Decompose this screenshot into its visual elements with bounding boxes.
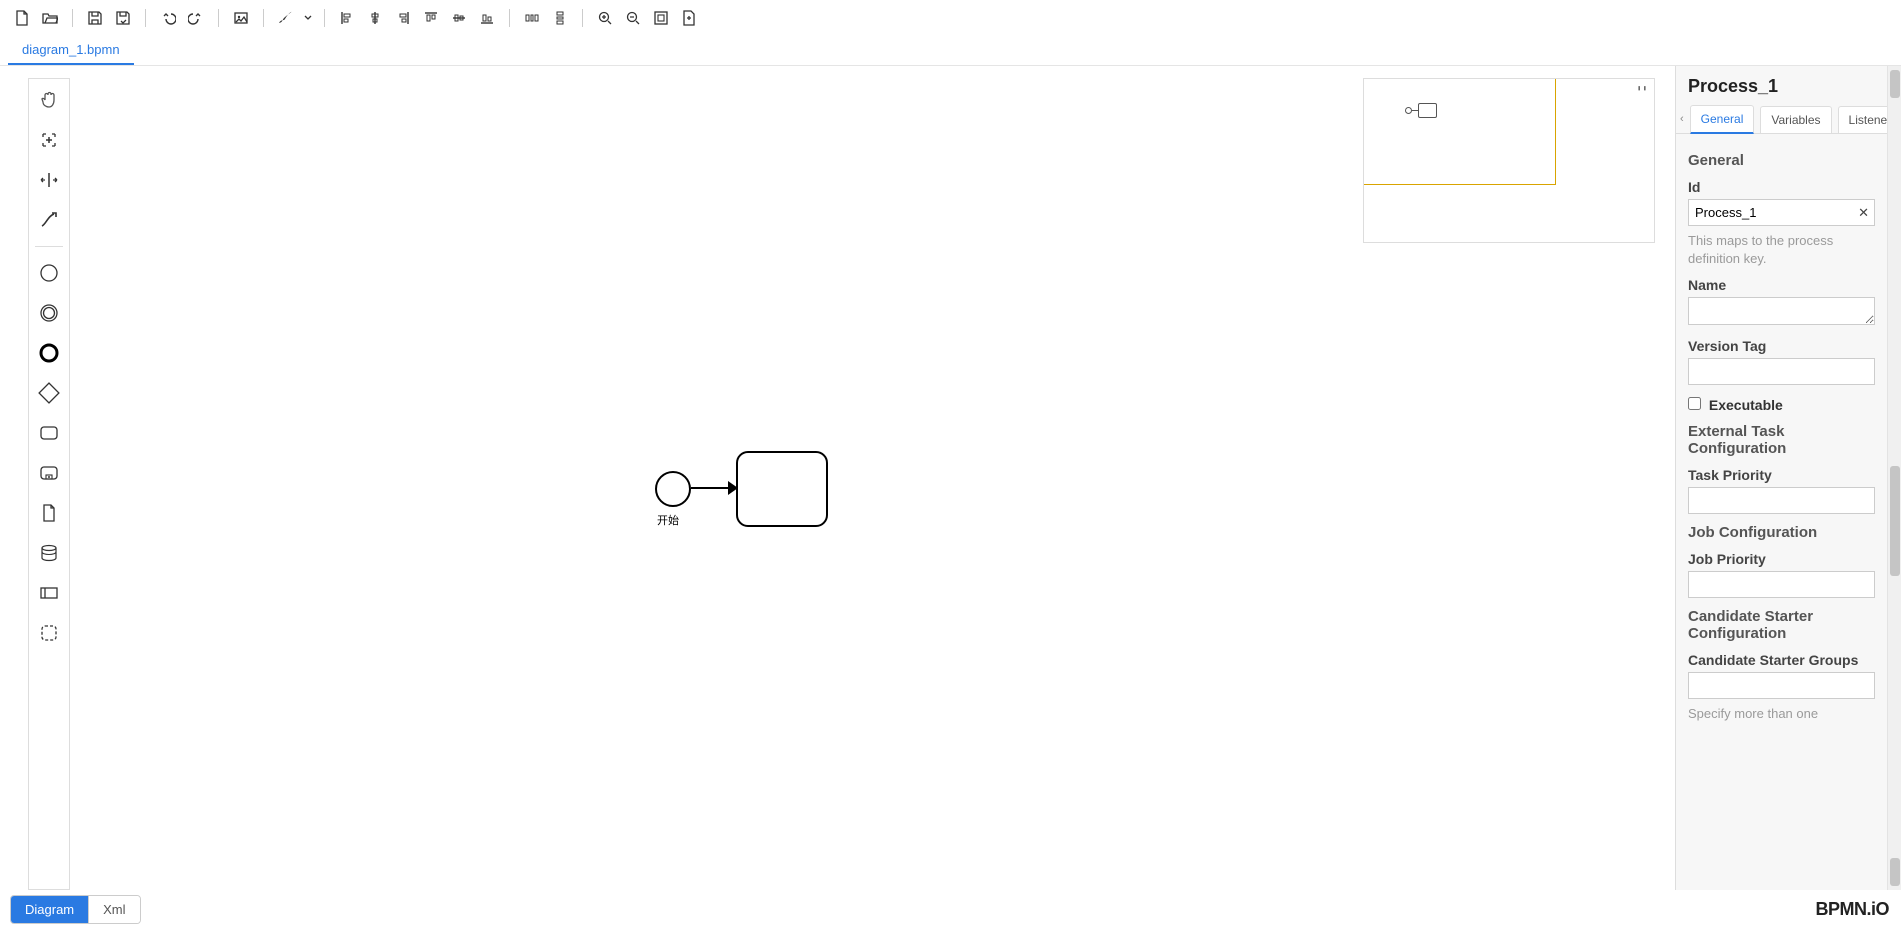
section-job: Job Configuration [1688,524,1875,541]
minimap-task-icon [1418,103,1437,118]
diagram-canvas[interactable]: 开始 [70,66,1675,890]
palette-separator [35,246,63,247]
distribute-v-icon[interactable] [548,6,572,30]
section-general: General [1688,152,1875,169]
undo-icon[interactable] [156,6,180,30]
toolbar-separator [218,9,219,27]
toolbar-separator [263,9,264,27]
end-event-icon[interactable] [34,338,64,368]
label-id: Id [1688,179,1875,195]
bpmn-start-event[interactable] [655,471,691,507]
save-icon[interactable] [83,6,107,30]
properties-tabs: ‹ General Variables Listeners › [1676,105,1887,134]
zoom-fit-icon[interactable] [677,6,701,30]
brush-dropdown-icon[interactable] [302,6,314,30]
connect-tool-icon[interactable] [34,205,64,235]
input-task-priority[interactable] [1688,487,1875,514]
zoom-in-icon[interactable] [593,6,617,30]
align-left-icon[interactable] [335,6,359,30]
task-icon[interactable] [34,418,64,448]
lasso-tool-icon[interactable] [34,125,64,155]
properties-body: General Id ✕ This maps to the process de… [1676,134,1887,890]
view-tab-diagram[interactable]: Diagram [11,896,89,923]
tabs-scroll-left-icon[interactable]: ‹ [1680,113,1684,125]
toolbar-separator [72,9,73,27]
bottom-bar: Diagram Xml BPMN.iO [0,890,1901,928]
align-top-icon[interactable] [419,6,443,30]
save-as-icon[interactable] [111,6,135,30]
data-object-icon[interactable] [34,498,64,528]
label-job-priority: Job Priority [1688,551,1875,567]
view-tab-xml[interactable]: Xml [89,896,139,923]
toolbar-separator [145,9,146,27]
new-file-icon[interactable] [10,6,34,30]
scrollbar-thumb[interactable] [1890,466,1900,576]
participant-icon[interactable] [34,578,64,608]
toolbar-separator [582,9,583,27]
minimap-collapse-icon[interactable] [1636,83,1648,95]
help-candidate-groups: Specify more than one [1688,705,1875,723]
toolbar-separator [509,9,510,27]
checkbox-executable[interactable] [1688,397,1701,410]
bpmn-start-event-label: 开始 [657,512,679,528]
align-bottom-icon[interactable] [475,6,499,30]
file-tab-active[interactable]: diagram_1.bpmn [8,36,134,65]
label-name: Name [1688,277,1875,293]
align-middle-icon[interactable] [447,6,471,30]
window-scrollbar[interactable] [1887,66,1901,890]
redo-icon[interactable] [184,6,208,30]
main-row: 开始 Process_1 ‹ General Variables Listene… [0,66,1901,890]
element-palette [28,78,70,890]
subprocess-expanded-icon[interactable] [34,458,64,488]
bpmn-io-logo: BPMN.iO [1815,899,1889,920]
data-store-icon[interactable] [34,538,64,568]
hand-tool-icon[interactable] [34,85,64,115]
help-id: This maps to the process definition key. [1688,232,1875,267]
scrollbar-down-region[interactable] [1890,858,1900,886]
section-external-task: External Task Configuration [1688,423,1875,457]
image-icon[interactable] [229,6,253,30]
input-candidate-groups[interactable] [1688,672,1875,699]
tab-general[interactable]: General [1690,105,1755,134]
label-candidate-groups: Candidate Starter Groups [1688,652,1875,668]
input-name[interactable] [1688,297,1875,325]
toolbar-separator [324,9,325,27]
minimap[interactable] [1363,78,1655,243]
input-version-tag[interactable] [1688,358,1875,385]
input-job-priority[interactable] [1688,571,1875,598]
minimap-start-event-icon [1405,107,1412,114]
intermediate-event-icon[interactable] [34,298,64,328]
properties-title: Process_1 [1676,66,1887,105]
zoom-reset-icon[interactable] [649,6,673,30]
bpmn-task[interactable] [736,451,828,527]
zoom-out-icon[interactable] [621,6,645,30]
start-event-icon[interactable] [34,258,64,288]
view-mode-tabs: Diagram Xml [10,895,141,924]
label-task-priority: Task Priority [1688,467,1875,483]
input-id[interactable] [1688,199,1875,226]
properties-panel: Process_1 ‹ General Variables Listeners … [1675,66,1887,890]
align-center-h-icon[interactable] [363,6,387,30]
top-toolbar [0,0,1901,36]
scrollbar-up-region[interactable] [1890,70,1900,98]
space-tool-icon[interactable] [34,165,64,195]
label-version-tag: Version Tag [1688,338,1875,354]
tab-listeners[interactable]: Listeners [1838,106,1887,133]
brush-icon[interactable] [274,6,298,30]
minimap-viewport[interactable] [1364,79,1556,185]
tab-variables[interactable]: Variables [1760,106,1831,133]
label-executable[interactable]: Executable [1709,397,1783,413]
open-folder-icon[interactable] [38,6,62,30]
group-icon[interactable] [34,618,64,648]
clear-id-icon[interactable]: ✕ [1858,205,1869,221]
file-tab-bar: diagram_1.bpmn [0,36,1901,66]
section-candidate: Candidate Starter Configuration [1688,608,1875,642]
gateway-icon[interactable] [34,378,64,408]
distribute-h-icon[interactable] [520,6,544,30]
align-right-icon[interactable] [391,6,415,30]
